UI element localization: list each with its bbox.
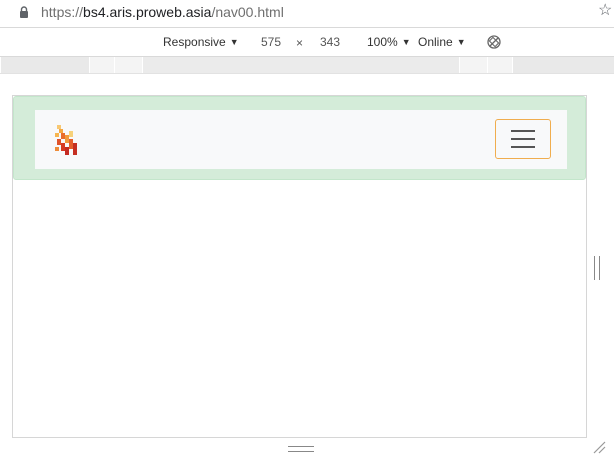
url-host: bs4.aris.proweb.asia (83, 4, 212, 20)
ruler-segment[interactable] (0, 57, 90, 73)
resize-corner-icon[interactable] (592, 440, 606, 454)
emulated-viewport (12, 95, 587, 438)
url-text[interactable]: https://bs4.aris.proweb.asia/nav00.html (41, 3, 284, 21)
network-select-label: Online (418, 35, 453, 49)
zoom-select-label: 100% (367, 35, 398, 49)
width-input[interactable]: 575 (252, 33, 290, 51)
network-select[interactable]: Online ▼ (418, 35, 466, 50)
navbar (35, 110, 567, 169)
navbar-container (13, 96, 586, 180)
brand-logo-icon[interactable] (53, 125, 79, 157)
ruler-segment[interactable] (487, 57, 513, 73)
height-input[interactable]: 343 (311, 33, 349, 51)
navbar-toggler-button[interactable] (495, 119, 551, 159)
dimension-separator: × (296, 36, 304, 50)
media-query-ruler[interactable] (0, 57, 614, 74)
star-icon[interactable]: ☆ (598, 1, 612, 21)
device-toolbar: Responsive ▼ 575 × 343 100% ▼ Online ▼ (0, 28, 614, 57)
ruler-segment[interactable] (512, 57, 614, 73)
lock-icon (20, 6, 28, 18)
ruler-segment[interactable] (459, 57, 488, 73)
ruler-segment[interactable] (142, 57, 460, 73)
caret-down-icon: ▼ (401, 37, 411, 47)
caret-down-icon: ▼ (229, 37, 239, 47)
zoom-select[interactable]: 100% ▼ (367, 35, 411, 50)
url-scheme: https:// (41, 4, 84, 20)
caret-down-icon: ▼ (456, 37, 466, 47)
ruler-segment[interactable] (114, 57, 143, 73)
address-bar[interactable]: https://bs4.aris.proweb.asia/nav00.html … (0, 0, 614, 28)
device-select-label: Responsive (163, 35, 226, 49)
device-select[interactable]: Responsive ▼ (163, 35, 239, 50)
resize-handle-bottom[interactable] (288, 446, 314, 452)
url-path: /nav00.html (211, 4, 284, 20)
rotate-icon[interactable] (486, 34, 502, 50)
ruler-segment[interactable] (89, 57, 115, 73)
resize-handle-right[interactable] (594, 256, 600, 280)
